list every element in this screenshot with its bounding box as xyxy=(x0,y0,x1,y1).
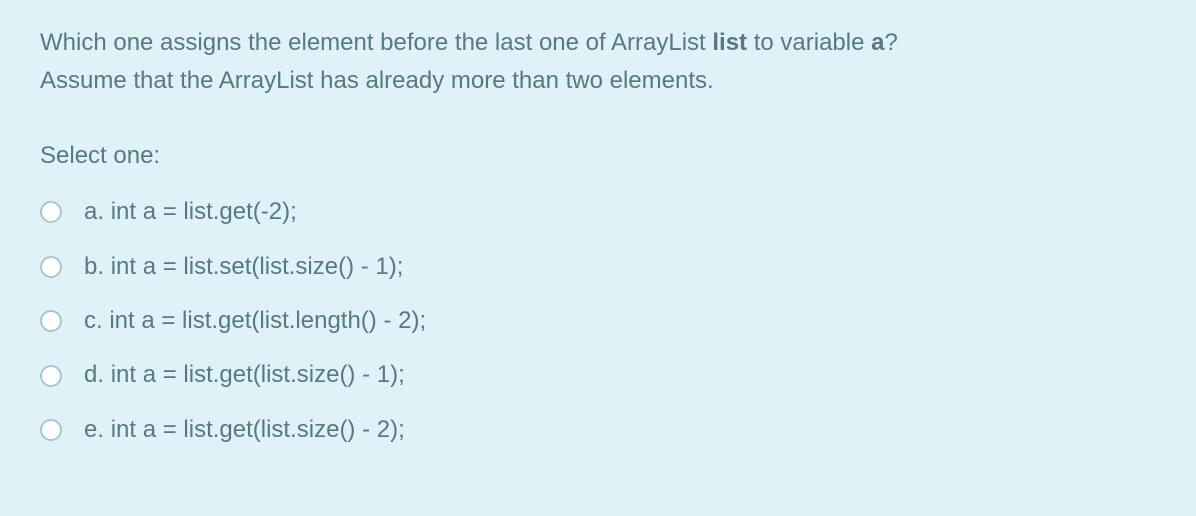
option-letter: d. xyxy=(84,361,104,388)
option-e: e. int a = list.get(list.size() - 2); xyxy=(40,411,1156,449)
question-line-2: Assume that the ArrayList has already mo… xyxy=(40,62,1156,100)
option-letter: b. xyxy=(84,253,104,280)
option-d: d. int a = list.get(list.size() - 1); xyxy=(40,356,1156,394)
option-text: int a = list.get(list.size() - 2); xyxy=(111,416,405,443)
option-text: int a = list.get(-2); xyxy=(111,198,297,225)
option-a: a. int a = list.get(-2); xyxy=(40,193,1156,231)
option-d-label[interactable]: d. int a = list.get(list.size() - 1); xyxy=(84,356,405,394)
option-e-label[interactable]: e. int a = list.get(list.size() - 2); xyxy=(84,411,405,449)
option-a-label[interactable]: a. int a = list.get(-2); xyxy=(84,193,297,231)
option-c-label[interactable]: c. int a = list.get(list.length() - 2); xyxy=(84,302,426,340)
option-text: int a = list.set(list.size() - 1); xyxy=(111,253,404,280)
question-part: to variable xyxy=(747,29,871,56)
question-line-1: Which one assigns the element before the… xyxy=(40,24,1156,62)
option-letter: a. xyxy=(84,198,104,225)
select-one-label: Select one: xyxy=(40,137,1156,175)
radio-d[interactable] xyxy=(40,365,62,387)
question-part: Which one assigns the element before the… xyxy=(40,29,712,56)
question-bold-a: a xyxy=(871,29,884,56)
option-letter: c. xyxy=(84,307,103,334)
option-text: int a = list.get(list.size() - 1); xyxy=(111,361,405,388)
option-c: c. int a = list.get(list.length() - 2); xyxy=(40,302,1156,340)
question-bold-list: list xyxy=(712,29,747,56)
radio-e[interactable] xyxy=(40,419,62,441)
question-part: ? xyxy=(885,29,898,56)
radio-a[interactable] xyxy=(40,201,62,223)
option-letter: e. xyxy=(84,416,104,443)
radio-c[interactable] xyxy=(40,310,62,332)
question-text: Which one assigns the element before the… xyxy=(40,24,1156,101)
radio-b[interactable] xyxy=(40,256,62,278)
options-list: a. int a = list.get(-2); b. int a = list… xyxy=(40,193,1156,449)
option-b-label[interactable]: b. int a = list.set(list.size() - 1); xyxy=(84,248,403,286)
option-text: int a = list.get(list.length() - 2); xyxy=(109,307,426,334)
option-b: b. int a = list.set(list.size() - 1); xyxy=(40,248,1156,286)
